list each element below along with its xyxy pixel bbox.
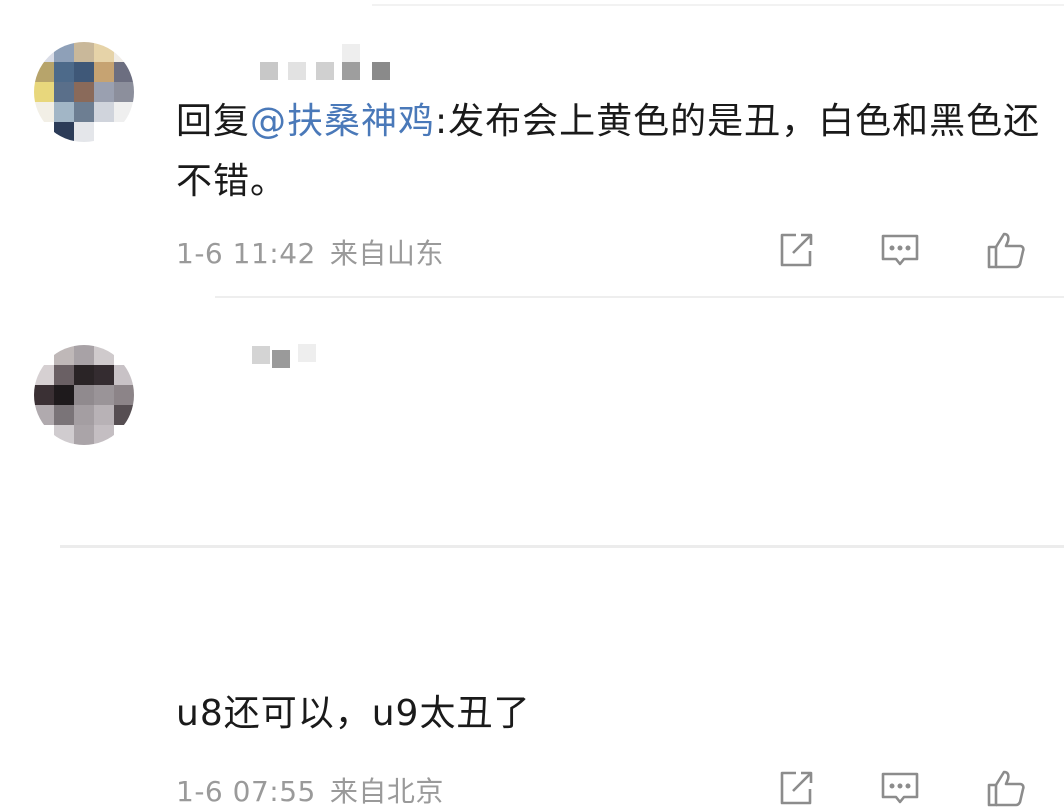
comment-button[interactable] — [878, 766, 922, 810]
location: 来自北京 — [329, 775, 444, 808]
comment-actions — [774, 228, 1034, 272]
share-icon — [780, 771, 813, 805]
comment-meta: 1-6 11:42 来自山东 — [176, 232, 444, 272]
comment-divider — [215, 296, 1064, 298]
like-icon — [987, 770, 1025, 807]
mention-link[interactable]: @扶桑神鸡 — [250, 101, 435, 142]
comment-item: 回复@扶桑神鸡:发布会上黄色的是丑，白色和黑色还不错。 1-6 11:42 来自山… — [0, 0, 1064, 296]
like-icon — [987, 232, 1025, 269]
like-button[interactable] — [984, 766, 1028, 810]
share-button[interactable] — [774, 766, 818, 810]
comment-meta: 1-6 07:55 来自北京 — [176, 770, 444, 810]
timestamp: 1-6 07:55 — [176, 775, 316, 808]
comment-text: 回复@扶桑神鸡:发布会上黄色的是丑，白色和黑色还不错。 — [176, 92, 1046, 212]
comment-item: u8还可以，u9太丑了 1-6 07:55 来自北京 — [0, 300, 1064, 808]
comment-actions — [774, 766, 1034, 810]
comment-icon — [881, 772, 919, 804]
username[interactable] — [176, 40, 416, 80]
bottom-separator — [60, 545, 1064, 548]
like-button[interactable] — [984, 228, 1028, 272]
reply-prefix: 回复 — [176, 101, 251, 142]
username[interactable] — [176, 340, 336, 380]
share-button[interactable] — [774, 228, 818, 272]
comment-text: u8还可以，u9太丑了 — [176, 693, 531, 734]
location: 来自山东 — [329, 237, 444, 270]
timestamp: 1-6 11:42 — [176, 237, 316, 270]
avatar[interactable] — [34, 345, 134, 445]
avatar[interactable] — [34, 42, 134, 142]
share-icon — [780, 233, 813, 267]
comment-button[interactable] — [878, 228, 922, 272]
comment-icon — [881, 234, 919, 266]
